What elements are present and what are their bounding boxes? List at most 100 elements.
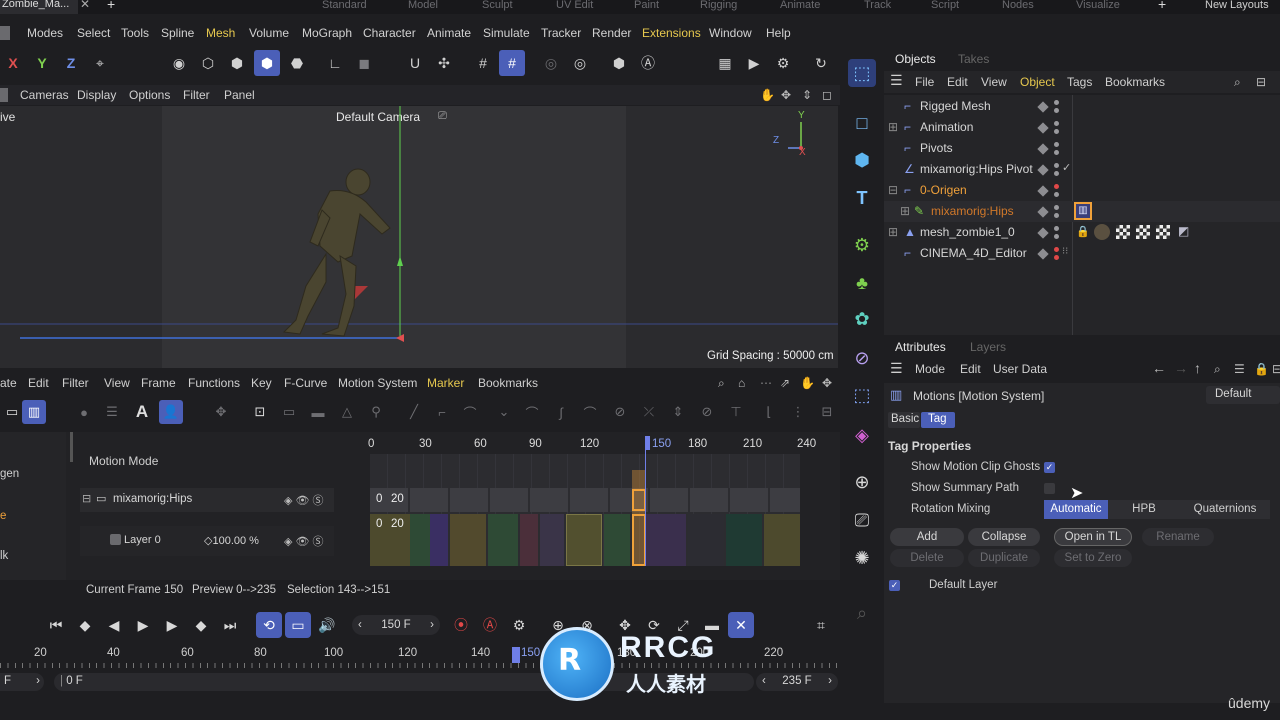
search-icon[interactable]: ⌕ (718, 376, 725, 391)
menu-mograph[interactable]: MoGraph (302, 26, 352, 40)
timeline-graph-icon[interactable]: ⌗ (808, 612, 834, 638)
editor-visibility-dot[interactable] (1054, 163, 1059, 168)
key-add-icon[interactable]: ⤫ (637, 400, 661, 424)
subtab-basic[interactable]: Basic (888, 412, 920, 428)
mixing-hpb[interactable]: HPB (1108, 500, 1180, 519)
menu-tools[interactable]: Tools (121, 26, 149, 40)
current-frame-marker[interactable] (645, 436, 650, 450)
render-visibility-dot[interactable] (1054, 255, 1059, 260)
loop-icon[interactable]: ⟲ (256, 612, 282, 638)
default-layer-label[interactable]: Default Layer (929, 579, 997, 591)
layer-visibility-icons[interactable]: ◈ 👁 Ⓢ (284, 533, 324, 549)
menu-select[interactable]: Select (77, 26, 110, 40)
object-row[interactable]: ⌐ CINEMA_4D_Editor ⁝⁝ (884, 243, 1280, 264)
layout-tab-track[interactable]: Track (864, 0, 891, 11)
attr-lock-icon[interactable]: 🔒 (1254, 362, 1269, 376)
clip-4[interactable] (450, 514, 486, 566)
autokey-icon[interactable]: Ⓐ (477, 612, 503, 638)
camera-object-icon[interactable]: ⎚ (848, 506, 876, 534)
axis-mode-icon[interactable]: ∟ (322, 50, 348, 76)
clip-2[interactable] (410, 514, 430, 566)
ik-icon[interactable]: ⚲ (364, 400, 388, 424)
viewport-menu-cameras[interactable]: Cameras (20, 88, 69, 102)
timeline-menu-bookmarks[interactable]: Bookmarks (478, 376, 538, 390)
key-tool-icon[interactable]: ⊤ (724, 400, 748, 424)
prev-key-icon[interactable]: ◆ (72, 612, 98, 638)
object-row[interactable]: ⊞ ✎ mixamorig:Hips ▥ (884, 201, 1280, 222)
layers-icon[interactable]: ☰ (100, 400, 124, 424)
pop-out-icon[interactable]: ⇗ (780, 376, 790, 390)
object-row[interactable]: ⊞ ▲ mesh_zombie1_0 🔒 ◩ (884, 222, 1280, 243)
pan-icon[interactable]: ✋ (760, 88, 775, 102)
points-mode-icon[interactable]: ◉ (166, 50, 192, 76)
clip-10[interactable] (646, 514, 686, 566)
pan-timeline-icon[interactable]: ✋ (800, 376, 815, 390)
document-tab[interactable]: Zombie_Ma... (0, 0, 78, 14)
snap-icon[interactable]: # (499, 50, 525, 76)
layout-tab-visualize[interactable]: Visualize (1076, 0, 1120, 11)
person-icon[interactable]: 👤 (159, 400, 183, 424)
key-extra-icon[interactable]: ⊟ (815, 400, 839, 424)
menu-tracker[interactable]: Tracker (541, 26, 581, 40)
object-manager-list[interactable]: ⌐ Rigged Mesh ⊞ ⌐ Animation ⌐ Pivots ∠ m… (884, 95, 1280, 335)
clip-12[interactable] (726, 514, 762, 566)
tab-takes[interactable]: Takes (958, 52, 989, 66)
mograph-icon[interactable]: ♣ (848, 269, 876, 297)
new-layouts-button[interactable]: New Layouts (1205, 0, 1269, 11)
render-visibility-dot[interactable] (1054, 234, 1059, 239)
attributes-menu-mode[interactable]: Mode (915, 362, 945, 376)
layer-icon[interactable] (1037, 227, 1049, 239)
menu-mesh[interactable]: Mesh (206, 26, 235, 40)
tab-objects[interactable]: Objects (895, 52, 936, 66)
editor-visibility-dot[interactable] (1054, 121, 1059, 126)
timeline-menu-fcurve[interactable]: F-Curve (284, 376, 327, 390)
generator-icon[interactable]: ⚙ (848, 231, 876, 259)
render-visibility-dot[interactable] (1054, 171, 1059, 176)
3d-viewport[interactable]: ive Default Camera ⎚ Y Z X Grid Spacing … (0, 106, 838, 368)
menu-animate[interactable]: Animate (427, 26, 471, 40)
editor-visibility-dot[interactable] (1054, 184, 1059, 189)
timeline-menu-filter[interactable]: Filter (62, 376, 89, 390)
record-mode-icon[interactable]: ● (72, 400, 96, 424)
zoom-view-icon[interactable]: ⇕ (802, 88, 812, 102)
set-to-zero-button[interactable]: Set to Zero (1054, 549, 1132, 567)
play-icon[interactable]: ▶ (130, 612, 156, 638)
render-visibility-dot[interactable] (1054, 129, 1059, 134)
object-row[interactable]: ⌐ Pivots (884, 138, 1280, 159)
material-tag-icon[interactable] (1094, 224, 1110, 240)
attributes-hamburger-icon[interactable]: ☰ (890, 360, 903, 377)
mixing-automatic[interactable]: Automatic (1044, 500, 1108, 519)
end-increment-icon[interactable]: › (828, 675, 832, 689)
start-frame-field[interactable]: F › (0, 673, 44, 691)
editor-visibility-dot[interactable] (1054, 205, 1059, 210)
menu-volume[interactable]: Volume (249, 26, 289, 40)
rename-button[interactable]: Rename (1142, 528, 1214, 546)
frame-decrement-icon[interactable]: ‹ (358, 619, 362, 631)
add-button[interactable]: Add (890, 528, 964, 546)
edges-mode-icon[interactable]: ⬡ (195, 50, 221, 76)
editor-visibility-dot[interactable] (1054, 247, 1059, 252)
dope-sheet-icon[interactable]: ▭ (0, 400, 24, 424)
select-object-icon[interactable]: ⬚ (848, 59, 876, 87)
track-row-layer[interactable]: Layer 0 ◇100.00 % ◈ 👁 Ⓢ (80, 526, 334, 556)
menu-spline[interactable]: Spline (161, 26, 194, 40)
paint-brush-icon[interactable]: ⌕ (848, 599, 876, 627)
expand-icon[interactable]: ⊞ (900, 204, 910, 218)
layout-tab-paint[interactable]: Paint (634, 0, 659, 11)
clip-7[interactable] (540, 514, 564, 566)
preset-dropdown[interactable]: Default (1206, 386, 1280, 404)
playhead-key-layer[interactable] (632, 514, 646, 566)
step-icon[interactable]: ⌐ (430, 400, 454, 424)
menu-help[interactable]: Help (766, 26, 791, 40)
text-tool-icon[interactable]: A (130, 400, 154, 424)
ruler-playhead[interactable] (512, 647, 520, 663)
timeline-menu-key[interactable]: Key (251, 376, 272, 390)
go-to-end-icon[interactable]: ⏭ (217, 612, 243, 638)
objects-menu-edit[interactable]: Edit (947, 75, 968, 89)
volume-icon[interactable]: ◈ (848, 421, 876, 449)
up-arrow-icon[interactable]: ↑ (1194, 360, 1201, 376)
render-picture-icon[interactable]: ▶ (741, 50, 767, 76)
prev-frame-icon[interactable]: ◀ (101, 612, 127, 638)
add-layout-icon[interactable]: + (1158, 0, 1166, 12)
render-visibility-dot[interactable] (1054, 108, 1059, 113)
